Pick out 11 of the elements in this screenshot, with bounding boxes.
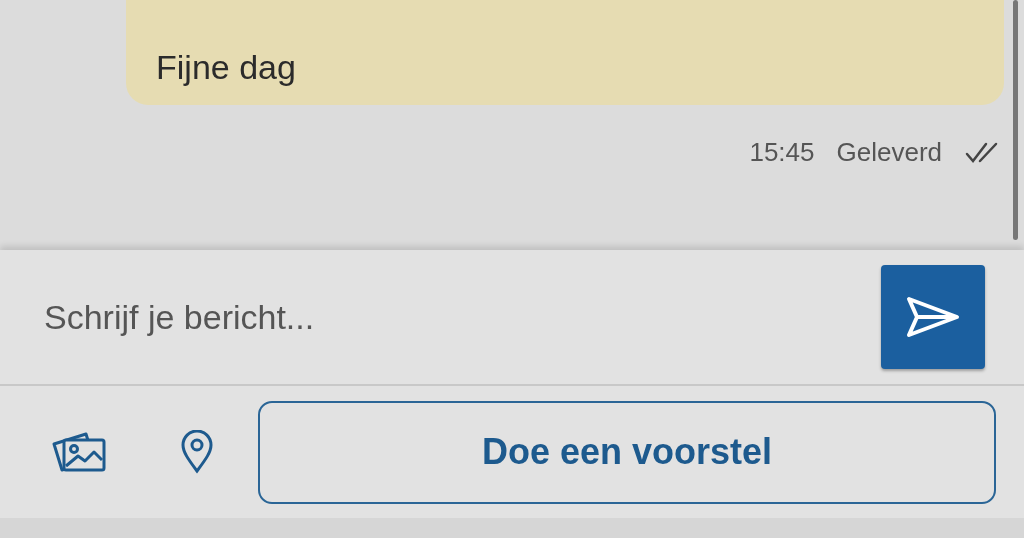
- location-pin-icon: [180, 430, 214, 474]
- send-icon: [905, 295, 961, 339]
- delivery-status: Geleverd: [836, 137, 942, 168]
- message-time: 15:45: [749, 137, 815, 168]
- message-text: Fijne dag: [156, 48, 296, 87]
- send-button[interactable]: [881, 265, 985, 369]
- gallery-button[interactable]: [50, 430, 108, 474]
- images-icon: [50, 430, 108, 474]
- offer-button[interactable]: Doe een voorstel: [258, 400, 996, 504]
- location-button[interactable]: [180, 430, 214, 474]
- scrollbar[interactable]: [1013, 0, 1018, 240]
